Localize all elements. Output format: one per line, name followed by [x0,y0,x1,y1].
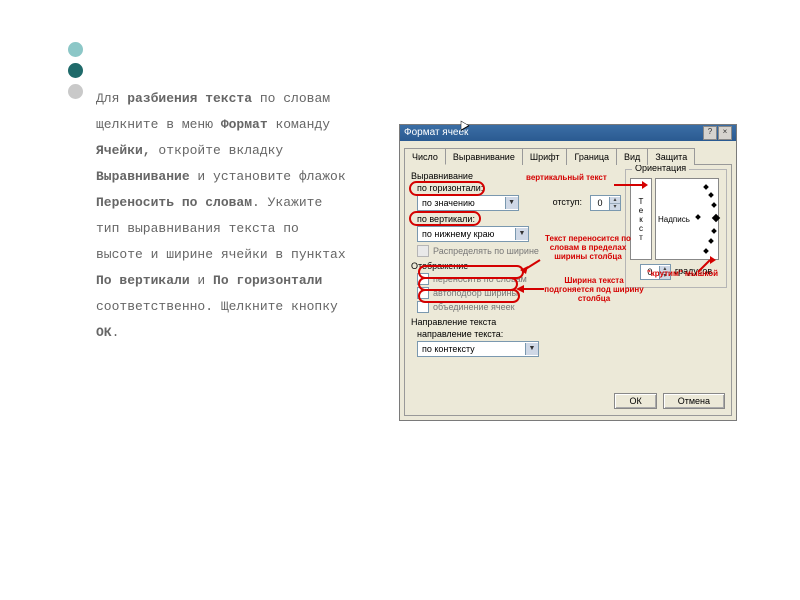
spinner-down-icon[interactable]: ▾ [660,273,670,279]
dot-grey [68,84,83,99]
tab-font[interactable]: Шрифт [522,148,568,165]
orientation-group: Ориентация Т е к с т Надпись [625,169,727,288]
tab-number[interactable]: Число [404,148,446,165]
orientation-dial[interactable]: Надпись [655,178,719,260]
tab-view[interactable]: Вид [616,148,648,165]
degrees-label: градусов [675,266,712,276]
checkbox-icon [417,245,429,257]
checkbox-icon [417,273,429,285]
horizontal-label: по горизонтали: [417,183,621,193]
instruction-text: Для разбиения текста по словам щелкните … [96,86,346,346]
vertical-combo[interactable]: по нижнему краю ▼ [417,226,529,242]
distribute-checkbox[interactable]: Распределять по ширине [417,245,621,257]
tab-panel: Выравнивание по горизонтали: по значению… [404,165,732,416]
checkbox-icon [417,301,429,313]
vertical-text-button[interactable]: Т е к с т [630,178,652,260]
direction-label: направление текста: [417,329,621,339]
indent-spinner[interactable]: 0 ▴▾ [590,195,621,211]
ok-button[interactable]: ОК [614,393,656,409]
format-cells-dialog: Формат ячеек ? × Число Выравнивание Шриф… [399,124,737,421]
spinner-down-icon[interactable]: ▾ [610,204,620,210]
tabstrip: Число Выравнивание Шрифт Граница Вид Защ… [404,147,732,165]
tab-alignment[interactable]: Выравнивание [445,148,523,165]
degrees-spinner[interactable]: 0 ▴▾ [640,264,671,280]
tab-protection[interactable]: Защита [647,148,695,165]
chevron-down-icon: ▼ [525,343,538,355]
direction-legend: Направление текста [411,317,621,327]
spinner-up-icon[interactable]: ▴ [610,197,620,204]
dot-darkteal [68,63,83,78]
help-button[interactable]: ? [703,126,717,140]
autofit-checkbox[interactable]: автоподбор ширины [417,287,621,299]
chevron-down-icon: ▼ [505,197,518,209]
display-legend: Отображение [411,261,621,271]
spinner-up-icon[interactable]: ▴ [660,266,670,273]
close-button[interactable]: × [718,126,732,140]
wrap-checkbox[interactable]: переносить по словам [417,273,621,285]
tab-border[interactable]: Граница [566,148,617,165]
cancel-button[interactable]: Отмена [663,393,725,409]
checkbox-icon [417,287,429,299]
vertical-label: по вертикали: [417,214,621,224]
indent-label: отступ: [553,197,582,207]
chevron-down-icon: ▼ [515,228,528,240]
dot-teal [68,42,83,57]
horizontal-combo[interactable]: по значению ▼ [417,195,519,211]
dialog-titlebar: Формат ячеек ? × [400,125,736,141]
direction-combo[interactable]: по контексту ▼ [417,341,539,357]
bullet-dots [68,42,83,105]
alignment-legend: Выравнивание [411,171,621,181]
merge-checkbox[interactable]: объединение ячеек [417,301,621,313]
